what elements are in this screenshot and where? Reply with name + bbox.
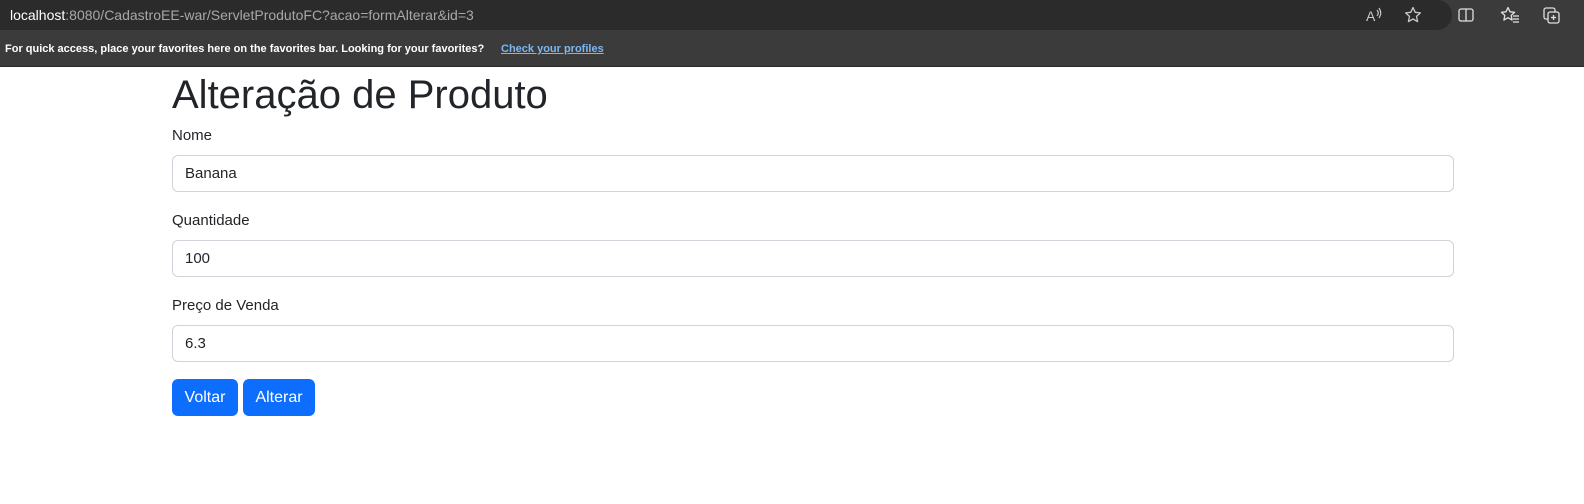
url-host: localhost [10,7,66,23]
favorites-icon[interactable] [1499,4,1521,26]
read-aloud-icon[interactable]: A [1363,4,1385,26]
split-screen-icon[interactable] [1455,4,1477,26]
svg-text:A: A [1366,8,1376,23]
preco-venda-input[interactable] [172,325,1454,362]
quantidade-label: Quantidade [172,212,250,229]
url-field[interactable]: localhost:8080/CadastroEE-war/ServletPro… [0,0,1452,30]
nome-input[interactable] [172,155,1454,192]
preco-venda-label: Preço de Venda [172,297,279,314]
check-profiles-link[interactable]: Check your profiles [501,43,604,56]
quantidade-input[interactable] [172,240,1454,277]
page-title: Alteração de Produto [172,73,548,117]
add-favorite-icon[interactable] [1402,4,1424,26]
nome-label: Nome [172,127,213,144]
favorites-bar-message: For quick access, place your favorites h… [5,43,485,55]
favorites-bar: For quick access, place your favorites h… [0,30,1584,67]
voltar-button[interactable]: Voltar [172,379,238,416]
url-text[interactable]: localhost:8080/CadastroEE-war/ServletPro… [10,7,474,23]
alterar-button[interactable]: Alterar [243,379,315,416]
url-path: :8080/CadastroEE-war/ServletProdutoFC?ac… [65,7,474,23]
collections-icon[interactable] [1541,4,1563,26]
browser-address-bar: localhost:8080/CadastroEE-war/ServletPro… [0,0,1584,30]
